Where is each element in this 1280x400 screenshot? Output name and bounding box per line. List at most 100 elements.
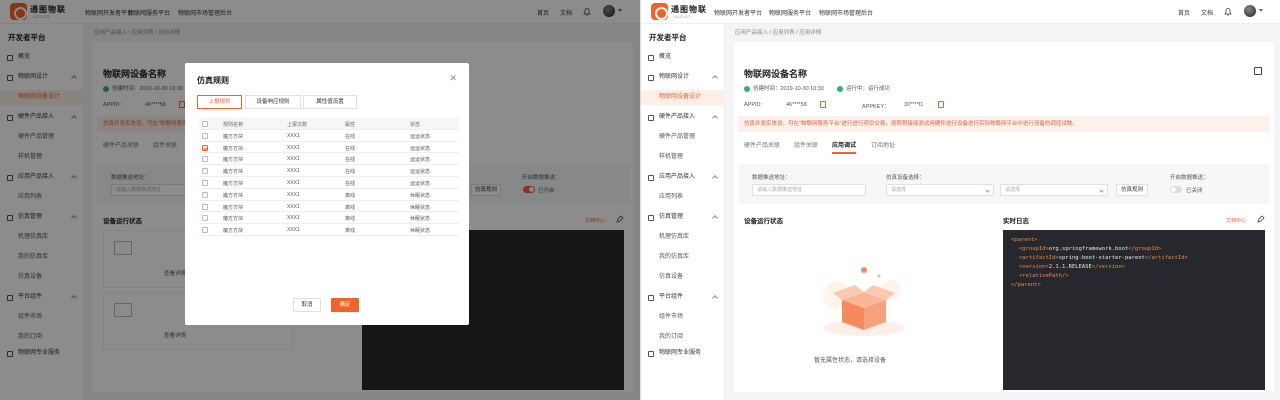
table-row[interactable]: 魔方方块 XXX1 在线 运运状态 <box>199 142 459 154</box>
row-checkbox[interactable] <box>202 156 208 163</box>
push-address-input[interactable]: 请输入数据推送地址 <box>752 184 866 196</box>
tab-subscription[interactable]: 订阅地址 <box>871 140 895 149</box>
table-row[interactable]: 魔方方块 XXX1 在线 运运状态 <box>199 130 459 142</box>
doc-center-link[interactable]: 文档中心 <box>1226 217 1246 224</box>
sidebar-item-hardware-mgmt[interactable]: 硬件产品管理 <box>641 130 725 145</box>
cell-status: 运运状态 <box>410 157 431 164</box>
table-row[interactable]: 魔方方块 XXX1 离线 休眠状态 <box>199 189 459 201</box>
sidebar-item-subscription[interactable]: 我的订阅 <box>641 330 725 345</box>
breadcrumb-app-access[interactable]: 应用产品接入 <box>735 30 768 36</box>
avatar[interactable] <box>1244 5 1256 17</box>
push-toggle-state: 已关闭 <box>1186 188 1203 194</box>
sidebar-item-my-sim[interactable]: 我的仿真库 <box>641 250 725 265</box>
cell-name: 魔方方块 <box>223 157 244 164</box>
select-all-checkbox[interactable] <box>202 121 208 127</box>
cell-name: 魔方方块 <box>223 192 244 199</box>
log-line: <relativePath/> <box>1011 272 1257 281</box>
row-checkbox[interactable] <box>202 227 208 234</box>
cell-count: XXX1 <box>287 215 300 222</box>
row-checkbox[interactable] <box>202 168 208 175</box>
breadcrumb: 应用产品接入 / 应用列表 / 应用详情 <box>735 30 822 36</box>
tab-report-rule[interactable]: 上报规则 <box>197 95 242 109</box>
topnav-market[interactable]: 物联网市场管理后台 <box>819 8 873 17</box>
chevron-up-icon <box>712 175 718 181</box>
log-close-tag: </artifactId> <box>1144 255 1188 261</box>
sidebar-item-app-list[interactable]: 应用列表 <box>641 190 725 205</box>
close-icon[interactable]: ✕ <box>449 73 457 84</box>
push-toggle[interactable] <box>1170 186 1182 193</box>
cell-status: 运运状态 <box>410 133 431 140</box>
cell-attr: 离线 <box>345 192 356 199</box>
row-checkbox[interactable] <box>202 144 208 151</box>
table-row[interactable]: 魔方方块 XXX1 离线 休眠状态 <box>199 224 459 236</box>
sidebar-group-hardware[interactable]: 硬件产品接入 <box>641 110 725 125</box>
sidebar-group-service[interactable]: 物联网专业服务 <box>641 346 725 361</box>
row-checkbox[interactable] <box>202 203 208 210</box>
tab-hardware[interactable]: 硬件产品关联 <box>744 140 780 149</box>
breadcrumb-app-list[interactable]: 应用列表 <box>773 30 795 36</box>
topnav-docs[interactable]: 文档 <box>1201 8 1213 17</box>
sim-icon <box>648 215 654 221</box>
sim-device-select-1[interactable]: 请选择 <box>886 184 994 196</box>
cell-status: 休眠状态 <box>410 216 431 223</box>
log-text: spring-boot-starter-parent <box>1058 255 1145 261</box>
tab-app-debug[interactable]: 应用调试 <box>832 140 857 154</box>
empty-status-text: 暂无属性状态，请选择设备 <box>814 358 887 364</box>
row-checkbox[interactable] <box>202 215 208 222</box>
sidebar-item-sim-device[interactable]: 仿真设备 <box>641 270 725 285</box>
row-checkbox[interactable] <box>202 191 208 198</box>
copy-icon[interactable] <box>938 101 944 108</box>
cell-attr: 离线 <box>345 228 356 235</box>
sidebar-item-prototype[interactable]: 样机管理 <box>641 150 725 165</box>
table-row[interactable]: 魔方方块 XXX1 在线 运运状态 <box>199 165 459 177</box>
table-row[interactable]: 魔方方块 XXX1 离线 休眠状态 <box>199 212 459 225</box>
cell-status: 运运状态 <box>410 145 431 152</box>
cancel-button[interactable]: 取消 <box>293 298 321 312</box>
table-row[interactable]: 魔方方块 XXX1 离线 休眠状态 <box>199 201 459 213</box>
sidebar-item-overview[interactable]: 概览 <box>641 50 725 65</box>
top-bar: 通图物联 OCS IOT 物联网开发者平台 物联网服务平台 物联网市场管理后台 … <box>641 0 1280 24</box>
sidebar-group-sim[interactable]: 仿真管理 <box>641 210 725 225</box>
col-count: 上报次数 <box>287 122 308 128</box>
row-checkbox[interactable] <box>202 179 208 186</box>
edit-icon[interactable] <box>1254 67 1262 75</box>
log-open-tag: <relativePath/> <box>1019 273 1069 279</box>
sim-rule-button[interactable]: 仿真规则 <box>1116 184 1148 196</box>
sidebar-item-sim-lib[interactable]: 机理仿真库 <box>641 230 725 245</box>
sidebar-group-component[interactable]: 平台组件 <box>641 290 725 305</box>
tab-attr-setting[interactable]: 属性值设置 <box>303 95 357 109</box>
row-checkbox[interactable] <box>202 132 208 139</box>
hardware-icon <box>648 115 654 121</box>
chevron-up-icon <box>712 75 718 81</box>
sidebar-group-app[interactable]: 应用产品接入 <box>641 170 725 185</box>
topnav-home[interactable]: 首页 <box>1178 8 1190 17</box>
cell-status: 休眠状态 <box>410 228 431 235</box>
chevron-down-icon[interactable] <box>1259 9 1263 12</box>
info-banner: 仿真并发实体设，可在"物联网服务平台"进行进行项目交易，按照预接接测试用硬件进行… <box>738 116 1270 132</box>
tab-response-rule[interactable]: 设备响应规则 <box>245 95 301 109</box>
table-row[interactable]: 魔方方块 XXX1 在线 运运状态 <box>199 177 459 189</box>
sidebar-group-design[interactable]: 物联网设计 <box>641 70 725 85</box>
cell-attr: 离线 <box>345 204 356 211</box>
sidebar-item-market[interactable]: 组件市场 <box>641 310 725 325</box>
sim-device-select-2[interactable]: 请选择 <box>1000 184 1108 196</box>
chevron-down-icon <box>1099 188 1104 193</box>
confirm-button[interactable]: 确定 <box>331 298 359 312</box>
edit-icon[interactable] <box>1257 215 1265 223</box>
tab-component[interactable]: 组件关联 <box>794 140 818 149</box>
table-row[interactable]: 魔方方块 XXX1 在线 运运状态 <box>199 153 459 166</box>
col-attr: 属性 <box>345 122 356 128</box>
sidebar-item-device-design[interactable]: 物联网设备设计 <box>641 90 725 105</box>
page-title: 物联网设备名称 <box>744 69 808 79</box>
chevron-down-icon <box>985 188 990 193</box>
log-line: <version>2.1.1.RELEASE</version> <box>1011 263 1257 272</box>
modal-title: 仿真规则 <box>197 76 229 85</box>
bell-icon[interactable] <box>1224 7 1232 16</box>
cell-status: 休眠状态 <box>410 204 431 211</box>
topnav-service[interactable]: 物联网服务平台 <box>769 8 811 17</box>
copy-icon[interactable] <box>820 101 826 108</box>
breadcrumb-current: 应用详情 <box>799 30 822 36</box>
log-open-tag: <version> <box>1019 264 1049 270</box>
topnav-dev[interactable]: 物联网开发者平台 <box>714 8 762 17</box>
component-icon <box>648 295 654 301</box>
